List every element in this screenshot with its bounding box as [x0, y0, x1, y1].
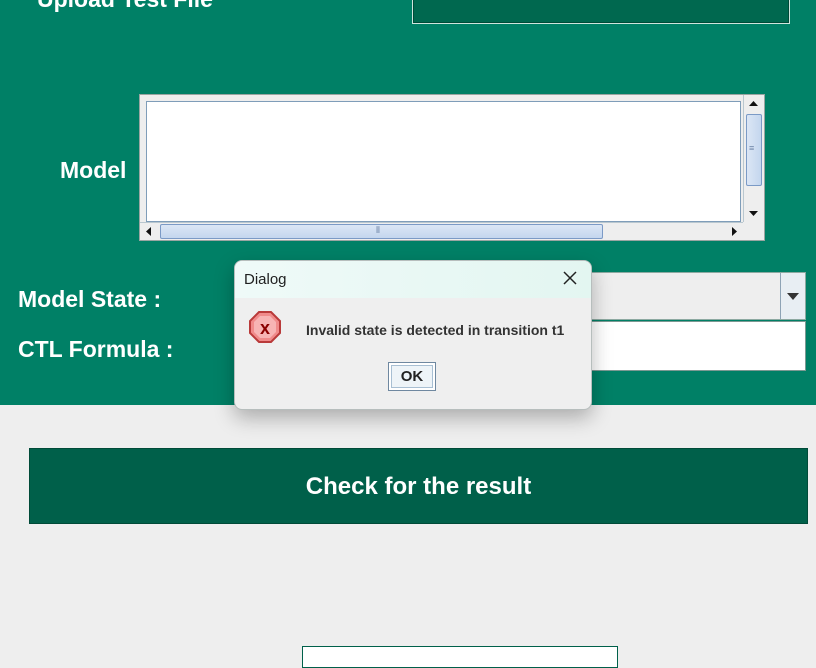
error-dialog: Dialog x Invalid state is detected in tr…: [234, 260, 592, 410]
horizontal-scrollbar[interactable]: ⦀: [140, 222, 743, 240]
model-label: Model: [60, 157, 127, 183]
bottom-button-partial[interactable]: [302, 646, 618, 668]
ctl-formula-input[interactable]: [590, 321, 806, 371]
error-icon: x: [249, 311, 281, 343]
upload-button[interactable]: [412, 0, 790, 24]
model-textarea[interactable]: [146, 101, 741, 222]
horizontal-scroll-thumb[interactable]: ⦀: [160, 224, 603, 239]
grip-icon: ⦀: [376, 225, 380, 235]
scroll-right-icon[interactable]: [727, 224, 741, 239]
error-icon-text: x: [260, 318, 270, 338]
scroll-left-icon[interactable]: [142, 224, 156, 239]
vertical-scrollbar[interactable]: ≡: [743, 95, 763, 222]
combo-button[interactable]: [780, 273, 805, 319]
dialog-title-bar: Dialog: [235, 261, 591, 298]
chevron-down-icon: [787, 293, 799, 300]
ok-button[interactable]: OK: [388, 362, 436, 391]
scroll-up-icon[interactable]: [746, 97, 761, 111]
grip-icon: ≡: [749, 143, 755, 153]
upload-test-file-label: Upload Test File: [37, 0, 213, 13]
ctl-formula-label: CTL Formula :: [18, 336, 174, 362]
dialog-message: Invalid state is detected in transition …: [306, 322, 565, 338]
close-icon[interactable]: [563, 271, 577, 285]
scroll-down-icon[interactable]: [746, 206, 761, 220]
model-scroll-pane[interactable]: ≡ ⦀: [139, 94, 765, 241]
dialog-title: Dialog: [244, 271, 287, 288]
model-state-label: Model State :: [18, 286, 162, 312]
check-result-button[interactable]: Check for the result: [29, 448, 808, 524]
model-state-select[interactable]: [590, 272, 806, 320]
vertical-scroll-thumb[interactable]: ≡: [746, 114, 762, 186]
